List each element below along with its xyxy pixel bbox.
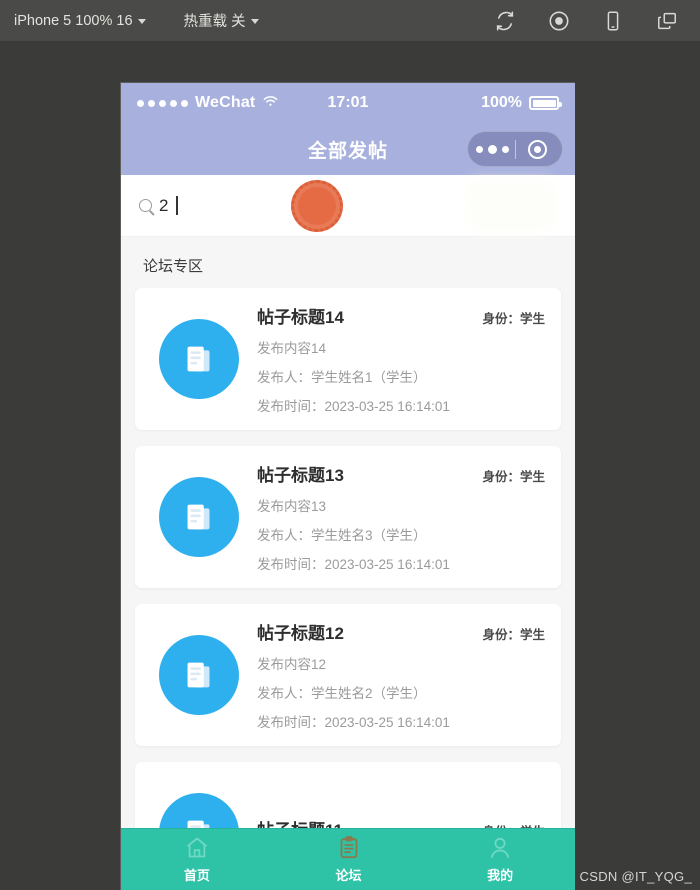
status-bar: WeChat 17:01 100% [121,83,575,123]
device-selector[interactable]: iPhone 5 100% 16 [14,13,146,29]
tab-forum[interactable]: 论坛 [273,829,425,890]
section-title: 论坛专区 [121,237,575,288]
search-submit-button[interactable] [475,189,547,223]
document-icon [159,635,239,715]
search-input-value: 2 [159,196,169,215]
post-title: 帖子标题12 [257,624,344,643]
post-body-text: 发布内容12 [257,657,327,672]
clipboard-icon [336,835,362,861]
list-item[interactable]: 帖子标题13 身份：学生 发布内容13 发布人：学生姓名3（学生） 发布时间：2… [135,446,561,588]
post-role-badge: 身份：学生 [482,628,545,642]
post-header: 帖子标题13 身份：学生 [257,461,545,486]
person-icon [487,835,513,861]
post-author: 发布人：学生姓名2（学生） [257,686,427,701]
list-item[interactable]: 帖子标题14 身份：学生 发布内容14 发布人：学生姓名1（学生） 发布时间：2… [135,288,561,430]
battery-percent-label: 100% [481,94,522,111]
post-body-text: 发布内容13 [257,499,327,514]
nav-bar: 全部发帖 [121,123,575,175]
post-author: 发布人：学生姓名3（学生） [257,528,427,543]
hot-reload-label: 热重载 关 [183,14,246,30]
battery-icon [529,96,562,110]
device-selector-label: iPhone 5 100% 16 [14,12,133,29]
hot-reload-selector[interactable]: 热重载 关 [184,10,259,31]
post-content: 帖子标题13 身份：学生 发布内容13 发布人：学生姓名3（学生） 发布时间：2… [257,461,545,573]
post-content: 帖子标题12 身份：学生 发布内容12 发布人：学生姓名2（学生） 发布时间：2… [257,619,545,731]
tab-bar: 首页 论坛 我的 [121,828,575,890]
post-header: 帖子标题12 身份：学生 [257,619,545,644]
tab-forum-label: 论坛 [335,868,362,883]
post-header: 帖子标题14 身份：学生 [257,303,545,328]
status-bar-right: 100% [481,94,562,112]
search-bar[interactable]: 2 [121,175,575,237]
post-body-text: 发布内容14 [257,341,327,356]
tab-home-label: 首页 [183,868,210,883]
post-content: 帖子标题14 身份：学生 发布内容14 发布人：学生姓名1（学生） 发布时间：2… [257,303,545,415]
tap-indicator [291,180,343,232]
simulator-toolbar: iPhone 5 100% 16 热重载 关 [0,0,700,42]
chevron-down-icon [250,19,259,24]
post-role-badge: 身份：学生 [482,312,545,326]
record-icon[interactable] [548,10,570,32]
refresh-icon[interactable] [494,10,516,32]
post-title: 帖子标题14 [257,308,344,327]
post-list: 帖子标题14 身份：学生 发布内容14 发布人：学生姓名1（学生） 发布时间：2… [121,288,575,862]
post-role-badge: 身份：学生 [482,470,545,484]
post-time: 发布时间：2023-03-25 16:14:01 [257,399,450,414]
search-input[interactable]: 2 [139,189,178,223]
toolbar-actions [494,10,678,32]
document-icon [159,319,239,399]
tab-home[interactable]: 首页 [121,829,273,890]
device-icon[interactable] [602,10,624,32]
tab-profile[interactable]: 我的 [424,829,575,890]
phone-simulator-viewport: WeChat 17:01 100% 全部发帖 2 论坛专区 帖子标题14 身份：… [120,82,575,890]
home-icon [184,835,210,861]
document-icon [159,477,239,557]
post-author: 发布人：学生姓名1（学生） [257,370,427,385]
wechat-capsule-menu[interactable] [467,131,563,167]
more-dots-icon[interactable] [471,144,515,154]
text-cursor [176,196,178,215]
list-item[interactable]: 帖子标题12 身份：学生 发布内容12 发布人：学生姓名2（学生） 发布时间：2… [135,604,561,746]
watermark: CSDN @IT_YQG_ [579,869,692,884]
post-time: 发布时间：2023-03-25 16:14:01 [257,557,450,572]
post-time: 发布时间：2023-03-25 16:14:01 [257,715,450,730]
post-title: 帖子标题13 [257,466,344,485]
search-icon [139,199,152,212]
multi-window-icon[interactable] [656,10,678,32]
target-circle-icon[interactable] [516,139,560,159]
tab-profile-label: 我的 [487,868,514,883]
chevron-down-icon [137,19,146,24]
